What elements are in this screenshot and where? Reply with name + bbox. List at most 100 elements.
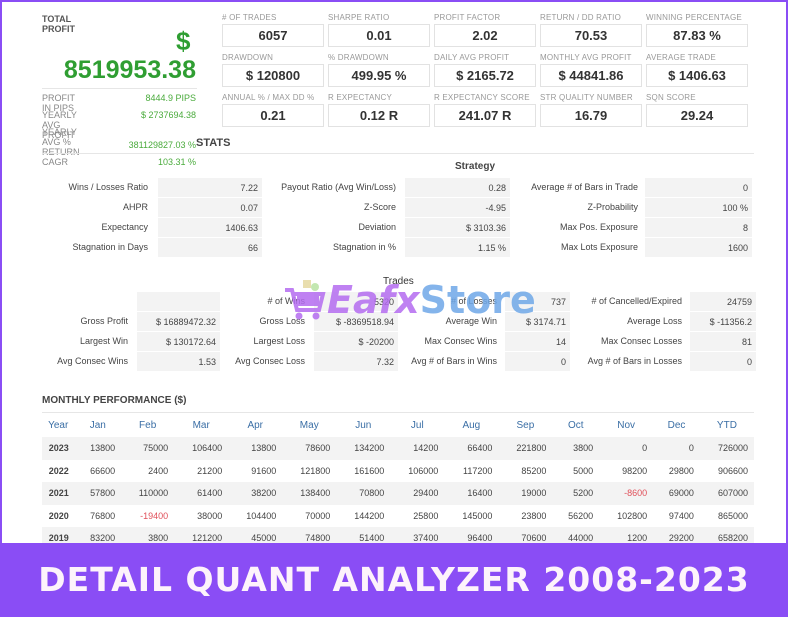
month-value-cell: 110000 [121, 482, 175, 505]
stat-label: Z-Probability [587, 202, 638, 212]
stat-value: 66 [158, 238, 262, 257]
year-cell: 2021 [42, 482, 75, 505]
month-value-cell: 106000 [408, 465, 439, 476]
table-row: 2023 13800 75000 106400 13800 78600 134200 1420… [42, 437, 754, 460]
yearly-avg-profit-value: $ 2737694.38 [140, 110, 196, 120]
column-header-jan: Jan [89, 420, 106, 431]
metric-value: 0.01 [328, 24, 430, 47]
trade-stat-value: 81 [690, 332, 756, 351]
column-header-apr: Apr [247, 420, 263, 431]
column-header-jul: Jul [410, 420, 424, 431]
metric-label: SQN SCORE [646, 93, 696, 102]
stat-label: Max Lots Exposure [560, 242, 638, 252]
metric-value: 499.95 % [328, 64, 430, 87]
month-value-cell: 14200 [390, 437, 445, 460]
stat-value: 0 [645, 178, 752, 197]
metric-value: 0.21 [222, 104, 324, 127]
trade-stat-value: $ 3174.71 [505, 312, 570, 331]
stat-value: 0.07 [158, 198, 262, 217]
metric-label: PROFIT FACTOR [434, 13, 501, 22]
month-value-cell: 38200 [228, 482, 283, 505]
column-header-sep: Sep [516, 420, 535, 431]
metric-label: DAILY AVG PROFIT [434, 53, 510, 62]
metric-value: 16.79 [540, 104, 642, 127]
month-value-cell: 97400 [668, 510, 694, 521]
metric-label: STR QUALITY NUMBER [540, 93, 633, 102]
total-profit-value: 8519953.38 [63, 56, 196, 84]
metric-value: 70.53 [540, 24, 642, 47]
table-row: 2021 57800 110000 61400 38200 138400 70800 2940… [42, 482, 754, 505]
month-value-cell: 865000 [717, 510, 748, 521]
stat-label: Max Pos. Exposure [559, 222, 638, 232]
column-header-year: Year [48, 420, 69, 431]
month-value-cell: 145000 [462, 510, 493, 521]
metric-label: RETURN / DD RATIO [540, 13, 622, 22]
month-value-cell: 38000 [197, 510, 223, 521]
stat-value: 7.22 [158, 178, 262, 197]
column-header-feb: Feb [139, 420, 157, 431]
column-header-nov: Nov [617, 420, 636, 431]
year-cell: 2023 [42, 437, 75, 460]
stat-value: 8 [645, 218, 752, 237]
stat-label: Stagnation in % [332, 242, 396, 252]
column-header-oct: Oct [567, 420, 584, 431]
trade-stat-value: 5320 [314, 292, 398, 311]
month-value-cell: 906600 [717, 465, 748, 476]
month-value-cell: 78600 [282, 437, 337, 460]
year-cell: 2022 [48, 465, 69, 476]
month-value-cell: 102800 [617, 510, 648, 521]
metric-value: 29.24 [646, 104, 748, 127]
month-value-cell: 726000 [699, 437, 754, 460]
month-value-cell: 70800 [336, 482, 391, 505]
trade-stat-label: # of Cancelled/Expired [591, 296, 682, 306]
metric-value: 0.12 R [328, 104, 430, 127]
stat-label: Deviation [358, 222, 396, 232]
cagr-label: CAGR [42, 157, 69, 167]
stat-label: AHPR [122, 202, 148, 212]
trades-title: Trades [383, 276, 414, 287]
month-value-cell: 104400 [246, 510, 277, 521]
month-value-cell: 98200 [622, 465, 648, 476]
cagr-value: 103.31 % [157, 157, 196, 167]
column-header-dec: Dec [667, 420, 686, 431]
metric-value: $ 120800 [222, 64, 324, 87]
trade-stat-value: 14 [505, 332, 570, 351]
month-value-cell: 138400 [282, 482, 337, 505]
trade-stat-value [137, 292, 220, 311]
stat-label: Expectancy [101, 222, 148, 232]
trade-stat-label: Largest Win [79, 336, 128, 346]
stat-label: Z-Score [363, 202, 396, 212]
month-value-cell: 29800 [668, 465, 694, 476]
month-value-cell: 66400 [444, 437, 499, 460]
metric-value: 87.83 % [646, 24, 748, 47]
trade-stat-label: Gross Loss [259, 316, 305, 326]
metric-label: DRAWDOWN [222, 53, 274, 62]
trade-stat-label: # of Losses [450, 296, 497, 306]
trade-stat-label: Average Win [445, 316, 497, 326]
month-value-cell: 29400 [390, 482, 445, 505]
monthly-performance-title: MONTHLY PERFORMANCE ($) [42, 395, 187, 406]
banner-title: DETAIL QUANT ANALYZER 2008-2023 [2, 543, 786, 615]
trade-stat-label: Largest Loss [253, 336, 305, 346]
stat-value: 1.15 % [405, 238, 510, 257]
trade-stat-value: $ -11356.2 [690, 312, 756, 331]
month-value-cell: 2400 [148, 465, 169, 476]
trade-stat-value: $ -8369518.94 [314, 312, 398, 331]
column-header-jun: Jun [355, 420, 372, 431]
month-value-cell: -8600 [599, 482, 654, 505]
column-header-ytd: YTD [716, 420, 737, 431]
stat-value: 1406.63 [158, 218, 262, 237]
metric-label: # OF TRADES [222, 13, 277, 22]
year-cell: 2020 [48, 510, 69, 521]
trade-stat-label: Max Consec Wins [424, 336, 497, 346]
monthly-performance-table: Year Jan Feb Mar Apr May Jun Jul Aug Sep Oct Nov Dec… [42, 414, 754, 550]
stat-label: Payout Ratio (Avg Win/Loss) [281, 182, 396, 192]
month-value-cell: 134200 [336, 437, 391, 460]
column-header-may: May [299, 420, 319, 431]
month-value-cell: 25800 [413, 510, 439, 521]
trade-stat-label: Avg Consec Wins [57, 356, 128, 366]
stat-value: 0.28 [405, 178, 510, 197]
stat-label: Average # of Bars in Trade [531, 182, 638, 192]
metric-value: 6057 [222, 24, 324, 47]
trade-stat-value: $ -20200 [314, 332, 398, 351]
